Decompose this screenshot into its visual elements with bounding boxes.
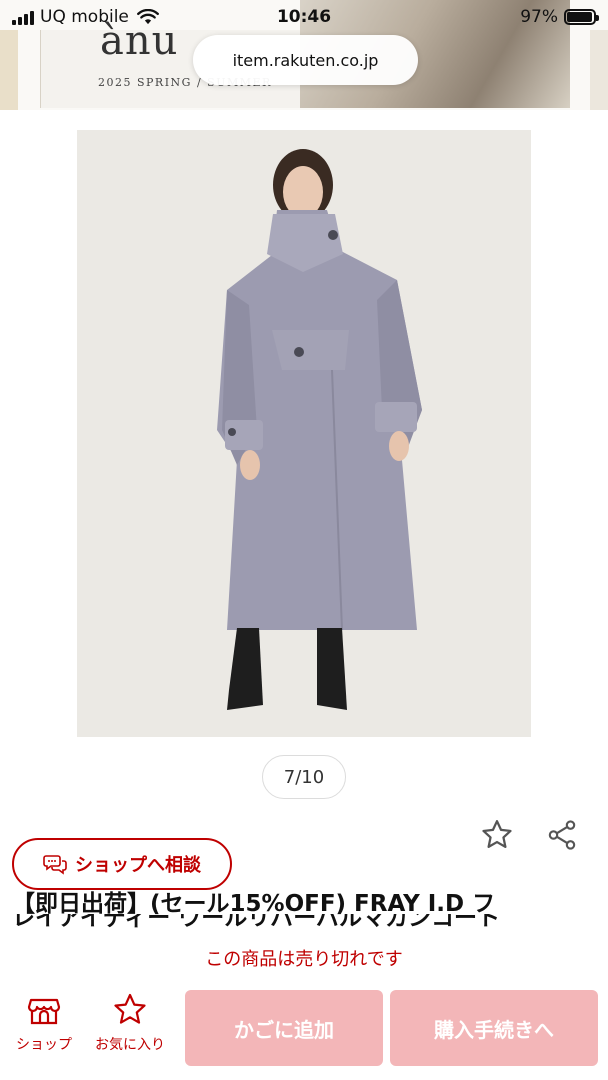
- checkout-button[interactable]: 購入手続きへ: [390, 990, 598, 1066]
- image-counter-text: 7/10: [283, 766, 325, 788]
- status-bar: UQ mobile 10:46 97%: [0, 0, 608, 34]
- shop-icon: [27, 998, 61, 1025]
- signal-icon: [12, 9, 34, 25]
- battery-icon: [564, 9, 599, 25]
- add-to-cart-label: かごに追加: [234, 1017, 334, 1042]
- favorite-star-button[interactable]: [475, 813, 519, 857]
- share-icon: [548, 820, 576, 850]
- carrier-name: UQ mobile: [40, 7, 129, 27]
- banner-left-edge: [0, 30, 18, 110]
- star-icon: [114, 993, 146, 1024]
- favorite-nav-label: お気に入り: [95, 1037, 165, 1053]
- product-image[interactable]: [77, 130, 531, 737]
- chat-bubble-icon: [43, 855, 67, 875]
- url-text: item.rakuten.co.jp: [232, 50, 379, 70]
- coat-photo: [77, 130, 531, 737]
- battery-percent: 97%: [520, 7, 558, 27]
- url-bar[interactable]: item.rakuten.co.jp: [193, 35, 418, 85]
- battery-level: [567, 12, 593, 22]
- favorite-nav-button[interactable]: お気に入り: [92, 992, 168, 1062]
- shop-chat-label: ショップへ相談: [75, 855, 201, 876]
- shop-nav-button[interactable]: ショップ: [6, 992, 82, 1062]
- add-to-cart-button[interactable]: かごに追加: [185, 990, 383, 1066]
- banner-right-edge: [590, 30, 608, 110]
- product-title-line-2: レイアイディー ウールリバーバルマカンコート: [12, 914, 596, 928]
- sold-out-notice: この商品は売り切れです: [205, 949, 403, 970]
- checkout-label: 購入手続きへ: [434, 1017, 554, 1042]
- share-button[interactable]: [540, 813, 584, 857]
- image-counter: 7/10: [262, 755, 346, 799]
- shop-nav-label: ショップ: [16, 1037, 72, 1053]
- shop-chat-button[interactable]: ショップへ相談: [12, 838, 232, 890]
- star-outline-icon: [482, 820, 512, 848]
- wifi-icon: [136, 9, 159, 25]
- product-title-line-2-text: レイアイディー ウールリバーバルマカンコート: [12, 914, 501, 928]
